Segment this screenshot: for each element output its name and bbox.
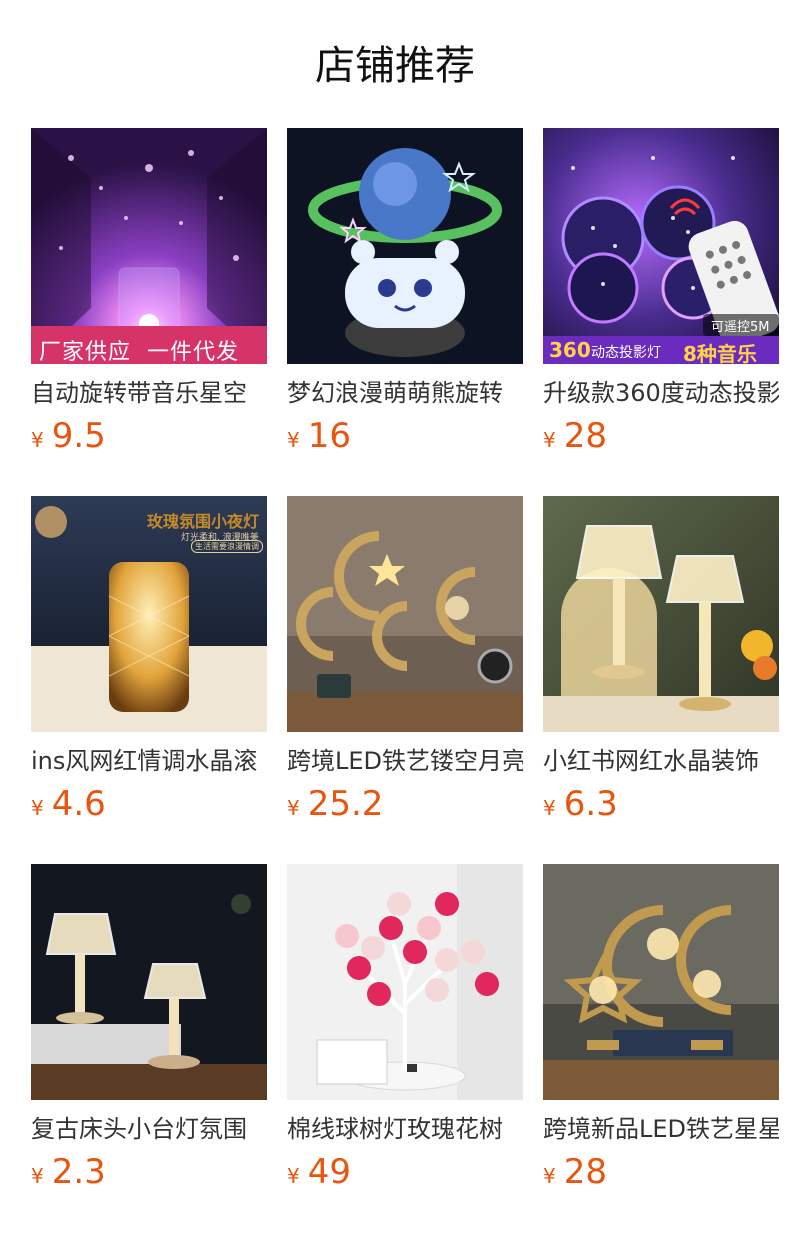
product-name[interactable]: ins风网红情调水晶滚 [31,744,267,778]
product-price: ¥9.5 [31,416,267,456]
product-image[interactable] [543,864,779,1100]
product-card[interactable]: 棉线球树灯玫瑰花树 ¥49 [287,864,523,1192]
product-image[interactable] [287,864,523,1100]
product-price: ¥49 [287,1152,523,1192]
product-name[interactable]: 梦幻浪漫萌萌熊旋转 [287,376,523,410]
currency-symbol: ¥ [543,1164,556,1188]
product-card[interactable]: 小红书网红水晶装饰 ¥6.3 [543,496,779,824]
price-value: 25.2 [307,784,384,824]
page-title: 店铺推荐 [315,43,475,89]
currency-symbol: ¥ [543,428,556,452]
remote-badge: 可遥控5M [711,320,770,335]
product-name[interactable]: 复古床头小台灯氛围 [31,1112,267,1146]
degree-badge: 360 [549,338,591,362]
price-value: 6.3 [563,784,618,824]
currency-symbol: ¥ [287,796,300,820]
product-price: ¥16 [287,416,523,456]
product-card[interactable]: 玫瑰氛围小夜灯 灯光柔和, 浪漫唯美 生活需要浪漫情调 ins风网红情调水晶滚 … [31,496,267,824]
headline-badge: 玫瑰氛围小夜灯 [147,512,260,531]
product-card[interactable]: 厂家供应 一件代发 自动旋转带音乐星空 ¥9.5 [31,128,267,456]
product-card[interactable]: 梦幻浪漫萌萌熊旋转 ¥16 [287,128,523,456]
product-price: ¥4.6 [31,784,267,824]
price-value: 2.3 [51,1152,106,1192]
product-card[interactable]: 复古床头小台灯氛围 ¥2.3 [31,864,267,1192]
product-image[interactable] [543,496,779,732]
product-card[interactable]: 可遥控5M 360 动态投影灯 8种音乐 升级款360度动态投影 ¥28 [543,128,779,456]
price-value: 28 [563,1152,607,1192]
pill-badge: 生活需要浪漫情调 [191,540,263,553]
currency-symbol: ¥ [543,796,556,820]
product-image[interactable] [31,128,267,364]
price-value: 16 [307,416,351,456]
product-name[interactable]: 小红书网红水晶装饰 [543,744,779,778]
currency-symbol: ¥ [31,428,44,452]
price-value: 9.5 [51,416,106,456]
product-image[interactable] [31,864,267,1100]
currency-symbol: ¥ [31,796,44,820]
product-image[interactable] [287,128,523,364]
product-price: ¥6.3 [543,784,779,824]
product-card[interactable]: 跨境LED铁艺镂空月亮 ¥25.2 [287,496,523,824]
projection-badge: 动态投影灯 [591,345,661,361]
product-price: ¥28 [543,416,779,456]
price-value: 49 [307,1152,351,1192]
product-name[interactable]: 跨境LED铁艺镂空月亮 [287,744,523,778]
product-card[interactable]: 跨境新品LED铁艺星星 ¥28 [543,864,779,1192]
currency-symbol: ¥ [31,1164,44,1188]
currency-symbol: ¥ [287,1164,300,1188]
product-name[interactable]: 升级款360度动态投影 [543,376,779,410]
product-name[interactable]: 棉线球树灯玫瑰花树 [287,1112,523,1146]
music-badge: 8种音乐 [683,342,757,366]
product-price: ¥25.2 [287,784,523,824]
promo-badge: 厂家供应 一件代发 [39,340,239,365]
price-value: 28 [563,416,607,456]
product-price: ¥2.3 [31,1152,267,1192]
product-name[interactable]: 跨境新品LED铁艺星星 [543,1112,779,1146]
product-price: ¥28 [543,1152,779,1192]
price-value: 4.6 [51,784,106,824]
currency-symbol: ¥ [287,428,300,452]
product-name[interactable]: 自动旋转带音乐星空 [31,376,267,410]
product-image[interactable] [287,496,523,732]
